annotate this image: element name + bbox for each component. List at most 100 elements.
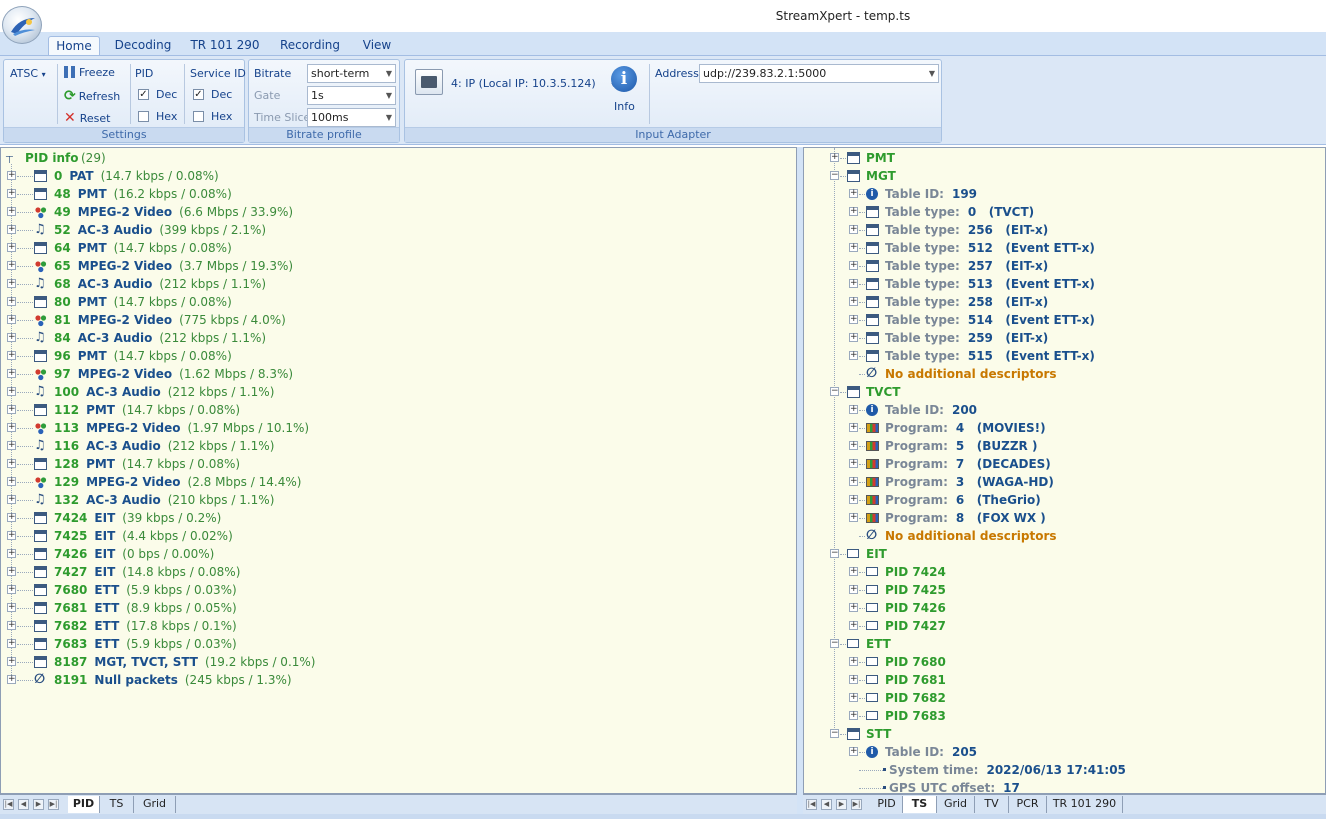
- bottom-tab-ts[interactable]: TS: [100, 796, 134, 813]
- expand-icon[interactable]: +: [7, 243, 16, 252]
- pid-tree-row[interactable]: +64 PMT (14.7 kbps / 0.08%): [1, 239, 791, 257]
- expand-icon[interactable]: +: [849, 693, 858, 702]
- expand-icon[interactable]: +: [7, 549, 16, 558]
- pid-tree-row[interactable]: + ♫ 116 AC-3 Audio (212 kbps / 1.1%): [1, 437, 791, 455]
- collapse-icon[interactable]: −: [830, 729, 839, 738]
- bottom-tab-pid[interactable]: PID: [68, 796, 100, 813]
- adapter-select[interactable]: 4: IP (Local IP: 10.3.5.124) ▾: [451, 77, 615, 90]
- expand-icon[interactable]: +: [7, 279, 16, 288]
- refresh-button[interactable]: ⟳ Refresh: [64, 88, 120, 104]
- pid-tree-row[interactable]: +128 PMT (14.7 kbps / 0.08%): [1, 455, 791, 473]
- freeze-button[interactable]: Freeze: [64, 66, 115, 79]
- tab-recording[interactable]: Recording: [274, 36, 346, 56]
- prev-page-icon[interactable]: ◀: [821, 799, 832, 810]
- ts-tree-row[interactable]: + Program: 4 (MOVIES!): [804, 419, 1324, 437]
- pid-tree-row[interactable]: +129 MPEG-2 Video (2.8 Mbps / 14.4%): [1, 473, 791, 491]
- bottom-tab-pid[interactable]: PID: [871, 796, 903, 813]
- ts-tree-row[interactable]: + PID 7427: [804, 617, 1324, 635]
- expand-icon[interactable]: +: [7, 315, 16, 324]
- expand-icon[interactable]: +: [7, 225, 16, 234]
- expand-icon[interactable]: +: [849, 477, 858, 486]
- ts-tree-row[interactable]: + PID 7424: [804, 563, 1324, 581]
- tab-view[interactable]: View: [356, 36, 398, 56]
- expand-icon[interactable]: +: [830, 153, 839, 162]
- pid-tree-row[interactable]: +7425 EIT (4.4 kbps / 0.02%): [1, 527, 791, 545]
- bitrate-select[interactable]: short-term ▼: [307, 64, 396, 83]
- expand-icon[interactable]: +: [849, 459, 858, 468]
- pid-info-tree[interactable]: ⊤ PID info (29) +0 PAT (14.7 kbps / 0.08%)…: [0, 147, 797, 794]
- expand-icon[interactable]: +: [849, 351, 858, 360]
- expand-icon[interactable]: +: [849, 495, 858, 504]
- bottom-tab-pcr[interactable]: PCR: [1009, 796, 1047, 813]
- expand-icon[interactable]: +: [849, 315, 858, 324]
- expand-icon[interactable]: +: [849, 243, 858, 252]
- pid-tree-row[interactable]: +65 MPEG-2 Video (3.7 Mbps / 19.3%): [1, 257, 791, 275]
- pid-tree-row[interactable]: +7426 EIT (0 bps / 0.00%): [1, 545, 791, 563]
- pid-tree-row[interactable]: +97 MPEG-2 Video (1.62 Mbps / 8.3%): [1, 365, 791, 383]
- ts-tree-row[interactable]: ∅ No additional descriptors: [804, 527, 1324, 545]
- expand-icon[interactable]: +: [7, 171, 16, 180]
- expand-icon[interactable]: +: [849, 423, 858, 432]
- expand-icon[interactable]: +: [849, 567, 858, 576]
- tab-home[interactable]: Home: [48, 36, 100, 56]
- pid-tree-row[interactable]: +7424 EIT (39 kbps / 0.2%): [1, 509, 791, 527]
- tab-tr101290[interactable]: TR 101 290: [188, 36, 262, 56]
- service-id-hex-checkbox[interactable]: [193, 111, 204, 122]
- expand-icon[interactable]: +: [849, 189, 858, 198]
- ts-tree-row[interactable]: + Program: 7 (DECADES): [804, 455, 1324, 473]
- ts-tree-row[interactable]: + Program: 6 (TheGrio): [804, 491, 1324, 509]
- ts-tree-row[interactable]: + Table type: 513 (Event ETT-x): [804, 275, 1324, 293]
- ts-tree-row[interactable]: + Table type: 514 (Event ETT-x): [804, 311, 1324, 329]
- ts-tree-row[interactable]: + PID 7683: [804, 707, 1324, 725]
- pid-tree-row[interactable]: +80 PMT (14.7 kbps / 0.08%): [1, 293, 791, 311]
- pid-tree-row[interactable]: + ∅ 8191 Null packets (245 kbps / 1.3%): [1, 671, 791, 689]
- expand-icon[interactable]: +: [849, 747, 858, 756]
- bottom-tab-grid[interactable]: Grid: [134, 796, 176, 813]
- ts-tree-row[interactable]: + PID 7682: [804, 689, 1324, 707]
- ts-tree-row[interactable]: + Table type: 257 (EIT-x): [804, 257, 1324, 275]
- tab-decoding[interactable]: Decoding: [108, 36, 178, 56]
- expand-icon[interactable]: +: [7, 657, 16, 666]
- ts-tree-row[interactable]: + PMT: [804, 149, 1324, 167]
- ts-tree-row[interactable]: + Program: 3 (WAGA-HD): [804, 473, 1324, 491]
- ts-tree-row[interactable]: + PID 7426: [804, 599, 1324, 617]
- expand-icon[interactable]: +: [849, 585, 858, 594]
- next-page-icon[interactable]: ▶: [33, 799, 44, 810]
- ts-tree-row[interactable]: GPS UTC offset: 17: [804, 779, 1324, 793]
- pid-tree-row[interactable]: +7682 ETT (17.8 kbps / 0.1%): [1, 617, 791, 635]
- ts-tree-row[interactable]: + Program: 5 (BUZZR ): [804, 437, 1324, 455]
- pid-hex-checkbox[interactable]: [138, 111, 149, 122]
- pid-tree-row[interactable]: +49 MPEG-2 Video (6.6 Mbps / 33.9%): [1, 203, 791, 221]
- pid-tree-row[interactable]: +8187 MGT, TVCT, STT (19.2 kbps / 0.1%): [1, 653, 791, 671]
- last-page-icon[interactable]: ▶|: [851, 799, 862, 810]
- expand-icon[interactable]: +: [849, 711, 858, 720]
- bottom-tab-tv[interactable]: TV: [975, 796, 1009, 813]
- ts-tree-row[interactable]: + Table type: 0 (TVCT): [804, 203, 1324, 221]
- ts-tree-row[interactable]: − STT: [804, 725, 1324, 743]
- collapse-icon[interactable]: −: [830, 387, 839, 396]
- bottom-tab-grid[interactable]: Grid: [937, 796, 975, 813]
- ts-tree-row[interactable]: − MGT: [804, 167, 1324, 185]
- expand-icon[interactable]: +: [849, 225, 858, 234]
- pid-tree-row[interactable]: +7427 EIT (14.8 kbps / 0.08%): [1, 563, 791, 581]
- next-page-icon[interactable]: ▶: [836, 799, 847, 810]
- collapse-icon[interactable]: −: [830, 171, 839, 180]
- expand-icon[interactable]: +: [849, 333, 858, 342]
- ts-tree-row[interactable]: + i Table ID: 205: [804, 743, 1324, 761]
- expand-icon[interactable]: +: [7, 639, 16, 648]
- expand-icon[interactable]: +: [849, 513, 858, 522]
- reset-button[interactable]: ✕ Reset: [64, 110, 110, 126]
- expand-icon[interactable]: +: [7, 459, 16, 468]
- gate-select[interactable]: 1s ▼: [307, 86, 396, 105]
- expand-icon[interactable]: +: [7, 423, 16, 432]
- pid-dec-checkbox[interactable]: ✓: [138, 89, 149, 100]
- expand-icon[interactable]: +: [7, 585, 16, 594]
- expand-icon[interactable]: +: [7, 351, 16, 360]
- expand-icon[interactable]: +: [7, 477, 16, 486]
- info-button-label[interactable]: Info: [614, 100, 635, 113]
- expand-icon[interactable]: +: [7, 189, 16, 198]
- ts-tree-row[interactable]: + Table type: 259 (EIT-x): [804, 329, 1324, 347]
- pid-tree-row[interactable]: + ♫ 68 AC-3 Audio (212 kbps / 1.1%): [1, 275, 791, 293]
- expand-icon[interactable]: +: [849, 603, 858, 612]
- expand-icon[interactable]: +: [849, 621, 858, 630]
